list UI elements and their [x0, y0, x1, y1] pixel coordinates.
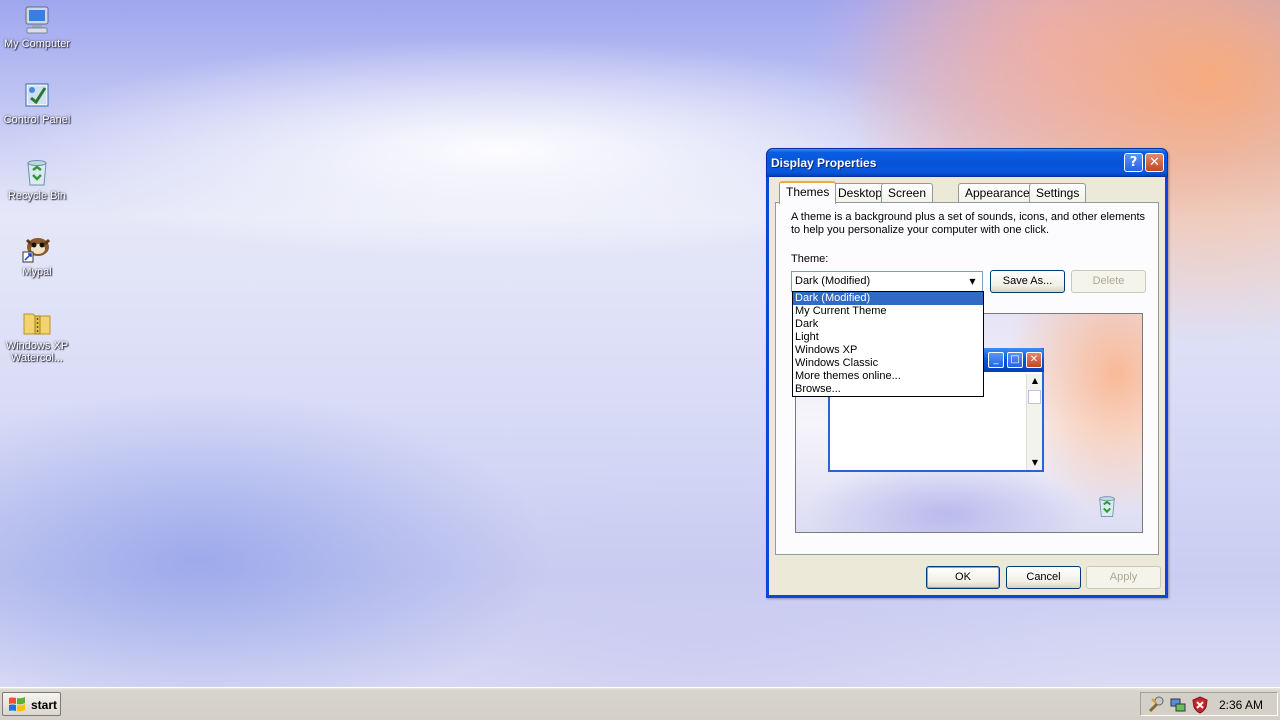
computer-icon: [21, 4, 53, 36]
close-icon: ✕: [1149, 155, 1160, 170]
tab-themes[interactable]: Themes: [779, 181, 837, 204]
tab-screen-saver[interactable]: Screen Saver: [881, 183, 934, 218]
close-button[interactable]: ✕: [1145, 153, 1164, 172]
close-icon: ✕: [1026, 352, 1042, 368]
preview-scrollbar: ▲ ▼: [1026, 374, 1042, 470]
delete-button[interactable]: Delete: [1071, 270, 1146, 293]
desktop-icon-label: Windows XP Watercol...: [5, 340, 69, 364]
system-tray: 2:36 AM: [1140, 692, 1278, 716]
desktop-icon-label: My Computer: [3, 38, 71, 50]
taskbar: start 2:36 AM: [0, 687, 1280, 720]
display-properties-dialog: Display Properties ? ✕ Themes Desktop Sc…: [766, 148, 1168, 598]
help-icon: ?: [1129, 155, 1138, 170]
scroll-thumb: [1028, 390, 1041, 404]
windows-logo-icon: [9, 697, 25, 712]
desktop-icon-label: Mypal: [22, 266, 52, 278]
dropdown-option[interactable]: My Current Theme: [793, 305, 983, 318]
dropdown-arrow-icon[interactable]: ▼: [964, 273, 981, 290]
security-shield-icon[interactable]: [1191, 696, 1209, 714]
dropdown-option[interactable]: More themes online...: [793, 370, 983, 383]
desktop-icon-label: Control Panel: [3, 114, 71, 126]
recycle-bin-icon: [1094, 492, 1120, 520]
theme-dropdown-list: Dark (Modified) My Current Theme Dark Li…: [792, 291, 984, 397]
dropdown-option[interactable]: Windows Classic: [793, 357, 983, 370]
tools-icon[interactable]: [1147, 696, 1165, 714]
tab-settings[interactable]: Settings: [1029, 183, 1087, 203]
ok-button[interactable]: OK: [926, 566, 1000, 589]
mypal-icon: [21, 232, 53, 264]
start-button[interactable]: start: [2, 692, 61, 716]
desktop-icon-my-computer[interactable]: My Computer: [0, 4, 74, 50]
zip-folder-icon: [21, 306, 53, 338]
apply-button[interactable]: Apply: [1086, 566, 1161, 589]
scroll-up-icon: ▲: [1031, 376, 1039, 385]
start-label: start: [31, 698, 58, 712]
cancel-button[interactable]: Cancel: [1006, 566, 1081, 589]
minimize-icon: _: [988, 352, 1004, 368]
theme-select[interactable]: Dark (Modified) ▼: [791, 271, 983, 292]
dropdown-option[interactable]: Windows XP: [793, 344, 983, 357]
desktop-icon-control-panel[interactable]: Control Panel: [0, 80, 74, 126]
dialog-title: Display Properties: [771, 156, 877, 170]
network-icon[interactable]: [1169, 696, 1187, 714]
control-panel-icon: [21, 80, 53, 112]
maximize-icon: □: [1007, 352, 1023, 368]
dropdown-option[interactable]: Browse...: [793, 383, 983, 396]
dropdown-option[interactable]: Light: [793, 331, 983, 344]
scroll-down-icon: ▼: [1031, 458, 1039, 467]
theme-label: Theme:: [791, 253, 829, 265]
recycle-bin-icon: [21, 156, 53, 188]
theme-select-value: Dark (Modified): [795, 275, 871, 287]
dropdown-option[interactable]: Dark: [793, 318, 983, 331]
help-button[interactable]: ?: [1124, 153, 1143, 172]
theme-description: A theme is a background plus a set of so…: [791, 211, 1146, 236]
dialog-titlebar[interactable]: Display Properties ? ✕: [766, 148, 1168, 177]
desktop-icon-label: Recycle Bin: [7, 190, 67, 202]
clock[interactable]: 2:36 AM: [1219, 698, 1263, 712]
save-as-button[interactable]: Save As...: [990, 270, 1065, 293]
desktop-icon-recycle-bin[interactable]: Recycle Bin: [0, 156, 74, 202]
desktop-icon-windows-xp-watercolor[interactable]: Windows XP Watercol...: [0, 306, 74, 364]
tab-appearance[interactable]: Appearance: [958, 183, 1037, 203]
dropdown-option[interactable]: Dark (Modified): [793, 292, 983, 305]
desktop-icon-mypal[interactable]: Mypal: [0, 232, 74, 278]
